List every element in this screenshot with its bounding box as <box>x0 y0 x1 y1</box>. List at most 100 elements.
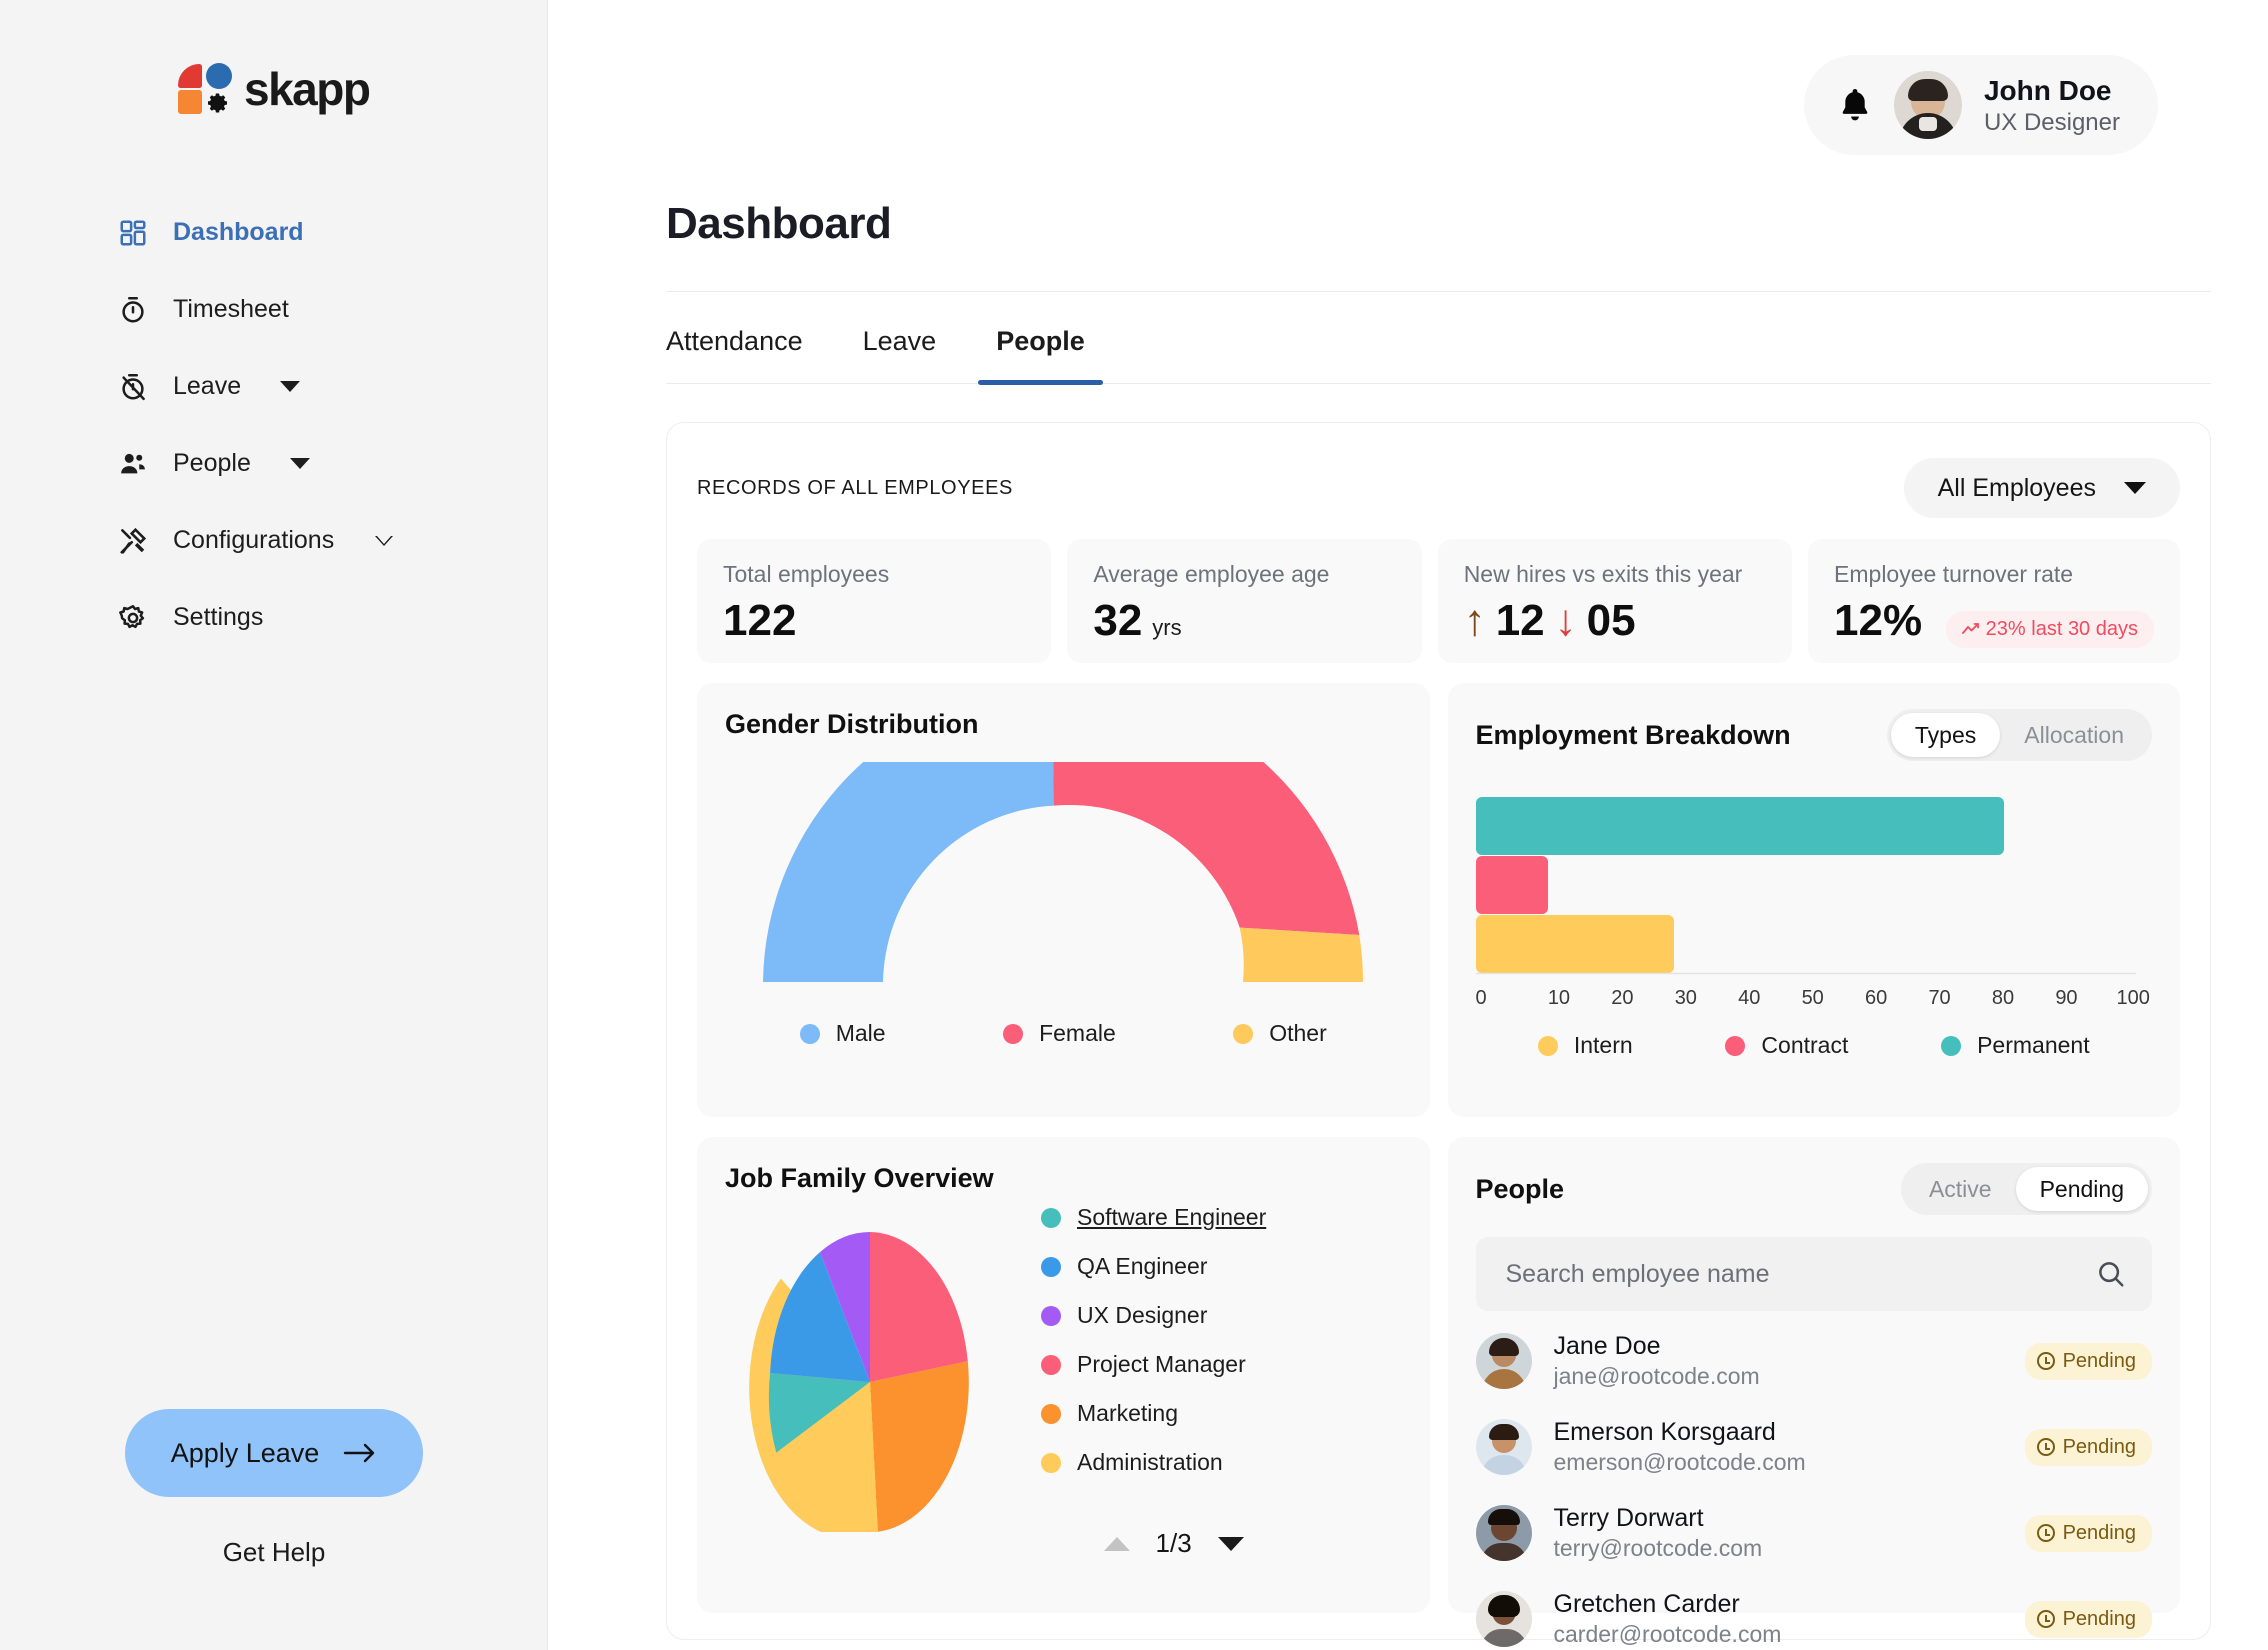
card-title: Gender Distribution <box>725 709 1402 740</box>
clock-icon <box>2037 1438 2055 1456</box>
list-item[interactable]: Terry Dorwart terry@rootcode.com Pending <box>1476 1497 2153 1569</box>
search-icon[interactable] <box>2096 1259 2126 1289</box>
gear-icon <box>206 91 230 115</box>
sidebar-item-configurations[interactable]: Configurations <box>0 502 547 579</box>
sidebar-item-label: Timesheet <box>173 295 289 324</box>
list-item[interactable]: Jane Doe jane@rootcode.com Pending <box>1476 1325 2153 1397</box>
toggle-pending[interactable]: Pending <box>2016 1167 2148 1211</box>
gear-icon <box>118 603 148 633</box>
records-header: RECORDS OF ALL EMPLOYEES All Employees <box>697 457 2180 519</box>
employment-breakdown-card: Employment Breakdown Types Allocation <box>1448 683 2181 1117</box>
user-profile-chip[interactable]: John Doe UX Designer <box>1804 55 2158 155</box>
x-tick: 70 <box>1920 987 1960 1010</box>
search-box[interactable] <box>1476 1237 2153 1311</box>
legend-item-marketing[interactable]: Marketing <box>1041 1400 1266 1427</box>
grid-icon <box>118 218 148 248</box>
avatar <box>1476 1505 1532 1561</box>
sidebar-item-label: Configurations <box>173 526 334 555</box>
legend-label: Software Engineer <box>1077 1204 1266 1231</box>
legend-dot <box>1233 1024 1253 1044</box>
clock-icon <box>2037 1610 2055 1628</box>
chevron-down-icon[interactable] <box>1218 1537 1244 1551</box>
person-name: Gretchen Carder <box>1554 1589 2003 1620</box>
search-input[interactable] <box>1506 1260 2033 1289</box>
sidebar-item-timesheet[interactable]: Timesheet <box>0 271 547 348</box>
person-email: terry@rootcode.com <box>1554 1534 2003 1563</box>
legend-dot <box>800 1024 820 1044</box>
person-name: Emerson Korsgaard <box>1554 1417 2003 1448</box>
person-name: Jane Doe <box>1554 1331 2003 1362</box>
person-name: Terry Dorwart <box>1554 1503 2003 1534</box>
top-bar: John Doe UX Designer <box>548 0 2268 155</box>
stat-value: 32 <box>1093 596 1142 646</box>
sidebar-item-leave[interactable]: Leave <box>0 348 547 425</box>
chevron-up-icon[interactable] <box>1104 1537 1130 1551</box>
app-root: skapp Dashboard Timesheet Leave <box>0 0 2268 1650</box>
employee-filter-dropdown[interactable]: All Employees <box>1904 458 2180 518</box>
legend-dot <box>1041 1404 1061 1424</box>
legend-label: Marketing <box>1077 1400 1178 1427</box>
tab-attendance[interactable]: Attendance <box>666 304 803 383</box>
legend-label: QA Engineer <box>1077 1253 1207 1280</box>
stat-card-hires-vs-exits: New hires vs exits this year ↑ 12 ↓ 05 <box>1438 539 1792 663</box>
legend-item: Female <box>1003 1020 1116 1047</box>
user-name: John Doe <box>1984 73 2120 108</box>
legend-dot <box>1041 1306 1061 1326</box>
tab-leave[interactable]: Leave <box>863 304 937 383</box>
arrow-right-icon <box>343 1442 377 1464</box>
sidebar-item-people[interactable]: People <box>0 425 547 502</box>
sidebar-item-label: Leave <box>173 372 241 401</box>
gender-legend: Male Female Other <box>725 1020 1402 1047</box>
skapp-logo-icon <box>178 64 230 114</box>
page-title: Dashboard <box>548 155 2268 249</box>
list-item[interactable]: Gretchen Carder carder@rootcode.com Pend… <box>1476 1583 2153 1650</box>
sidebar-nav: Dashboard Timesheet Leave People <box>0 194 547 656</box>
tab-people[interactable]: People <box>996 304 1085 383</box>
x-tick: 10 <box>1539 987 1579 1010</box>
x-tick: 50 <box>1793 987 1833 1010</box>
legend-item-administration[interactable]: Administration <box>1041 1449 1266 1476</box>
brand-logo[interactable]: skapp <box>0 0 547 116</box>
legend-item-ux-designer[interactable]: UX Designer <box>1041 1302 1266 1329</box>
toggle-types[interactable]: Types <box>1891 713 2000 757</box>
stopwatch-icon <box>118 295 148 325</box>
legend-item-software-engineer[interactable]: Software Engineer <box>1041 1204 1266 1231</box>
person-email: carder@rootcode.com <box>1554 1620 2003 1649</box>
avatar <box>1894 71 1962 139</box>
sidebar-item-dashboard[interactable]: Dashboard <box>0 194 547 271</box>
card-title: People <box>1476 1174 1565 1205</box>
legend-label: Contract <box>1761 1032 1848 1059</box>
bar-permanent <box>1476 797 2004 855</box>
status-text: Pending <box>2063 1350 2136 1373</box>
apply-leave-button[interactable]: Apply Leave <box>125 1409 423 1497</box>
sidebar-item-label: Dashboard <box>173 218 304 247</box>
sidebar-item-label: People <box>173 449 251 478</box>
clock-icon <box>2037 1352 2055 1370</box>
stat-value: 122 <box>723 596 796 646</box>
chevron-down-icon[interactable] <box>375 536 393 546</box>
title-divider <box>666 291 2211 292</box>
legend-item-project-manager[interactable]: Project Manager <box>1041 1351 1266 1378</box>
leave-icon <box>118 372 148 402</box>
toggle-active[interactable]: Active <box>1905 1167 2016 1211</box>
bell-icon[interactable] <box>1838 87 1872 123</box>
job-family-overview-card: Job Family Overview <box>697 1137 1430 1613</box>
legend-label: Intern <box>1574 1032 1633 1059</box>
chevron-down-icon[interactable] <box>290 458 310 469</box>
brand-name: skapp <box>244 62 369 116</box>
chevron-down-icon[interactable] <box>280 381 300 392</box>
legend-dot <box>1725 1036 1745 1056</box>
toggle-allocation[interactable]: Allocation <box>2000 713 2148 757</box>
stat-hires-value: 12 <box>1496 596 1545 646</box>
get-help-link[interactable]: Get Help <box>223 1537 326 1568</box>
gauge-slice-male <box>763 762 1054 982</box>
legend-dot <box>1041 1208 1061 1228</box>
person-email: jane@rootcode.com <box>1554 1362 2003 1391</box>
stat-exits-value: 05 <box>1587 596 1636 646</box>
clock-icon <box>2037 1524 2055 1542</box>
legend-label: Male <box>836 1020 886 1047</box>
gauge-slice-other <box>1240 928 1363 982</box>
list-item[interactable]: Emerson Korsgaard emerson@rootcode.com P… <box>1476 1411 2153 1483</box>
sidebar-item-settings[interactable]: Settings <box>0 579 547 656</box>
legend-item-qa-engineer[interactable]: QA Engineer <box>1041 1253 1266 1280</box>
